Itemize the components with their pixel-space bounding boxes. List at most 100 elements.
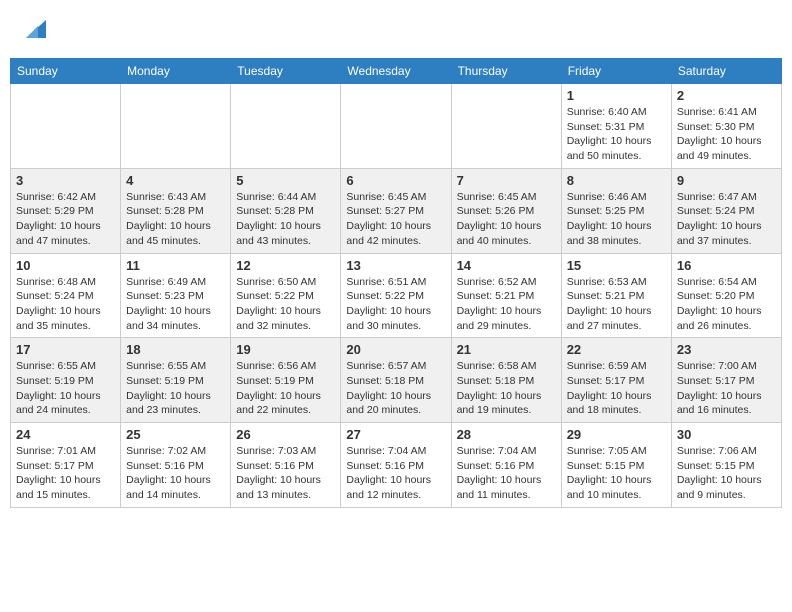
day-number: 27 bbox=[346, 427, 445, 442]
calendar-cell: 28 Sunrise: 7:04 AMSunset: 5:16 PMDayligh… bbox=[451, 423, 561, 508]
calendar-cell: 17Sunrise: 6:55 AMSunset: 5:19 PMDayligh… bbox=[11, 338, 121, 423]
calendar-table: SundayMondayTuesdayWednesdayThursdayFrid… bbox=[10, 58, 782, 508]
day-number: 5 bbox=[236, 173, 335, 188]
day-info: Sunrise: 6:47 AMSunset: 5:24 PMDaylight:… bbox=[677, 190, 776, 249]
day-number: 6 bbox=[346, 173, 445, 188]
day-info: Sunrise: 6:55 AMSunset: 5:19 PMDaylight:… bbox=[126, 359, 225, 418]
day-number: 25 bbox=[126, 427, 225, 442]
calendar-cell: 25 Sunrise: 7:02 AMSunset: 5:16 PMDayligh… bbox=[121, 423, 231, 508]
calendar-cell: 21 Sunrise: 6:58 AMSunset: 5:18 PMDayligh… bbox=[451, 338, 561, 423]
calendar-cell: 10 Sunrise: 6:48 AMSunset: 5:24 PMDayligh… bbox=[11, 253, 121, 338]
calendar-body: 1 Sunrise: 6:40 AMSunset: 5:31 PMDaylight… bbox=[11, 84, 782, 508]
logo-icon bbox=[18, 16, 46, 44]
day-number: 3 bbox=[16, 173, 115, 188]
calendar-week-row: 24 Sunrise: 7:01 AMSunset: 5:17 PMDayligh… bbox=[11, 423, 782, 508]
day-number: 4 bbox=[126, 173, 225, 188]
day-info: Sunrise: 6:59 AMSunset: 5:17 PMDaylight:… bbox=[567, 359, 666, 418]
weekday-header-row: SundayMondayTuesdayWednesdayThursdayFrid… bbox=[11, 59, 782, 84]
calendar-cell: 26 Sunrise: 7:03 AMSunset: 5:16 PMDayligh… bbox=[231, 423, 341, 508]
day-number: 10 bbox=[16, 258, 115, 273]
day-number: 19 bbox=[236, 342, 335, 357]
day-info: Sunrise: 6:48 AMSunset: 5:24 PMDaylight:… bbox=[16, 275, 115, 334]
day-number: 24 bbox=[16, 427, 115, 442]
day-number: 21 bbox=[457, 342, 556, 357]
calendar-cell: 8 Sunrise: 6:46 AMSunset: 5:25 PMDaylight… bbox=[561, 168, 671, 253]
calendar-week-row: 10 Sunrise: 6:48 AMSunset: 5:24 PMDayligh… bbox=[11, 253, 782, 338]
weekday-header: Friday bbox=[561, 59, 671, 84]
day-number: 18 bbox=[126, 342, 225, 357]
calendar-cell: 20 Sunrise: 6:57 AMSunset: 5:18 PMDayligh… bbox=[341, 338, 451, 423]
calendar-cell: 19Sunrise: 6:56 AMSunset: 5:19 PMDayligh… bbox=[231, 338, 341, 423]
weekday-header: Sunday bbox=[11, 59, 121, 84]
calendar-cell: 5 Sunrise: 6:44 AMSunset: 5:28 PMDaylight… bbox=[231, 168, 341, 253]
day-info: Sunrise: 6:45 AMSunset: 5:27 PMDaylight:… bbox=[346, 190, 445, 249]
calendar-week-row: 1 Sunrise: 6:40 AMSunset: 5:31 PMDaylight… bbox=[11, 84, 782, 169]
day-number: 20 bbox=[346, 342, 445, 357]
day-number: 13 bbox=[346, 258, 445, 273]
day-info: Sunrise: 6:55 AMSunset: 5:19 PMDaylight:… bbox=[16, 359, 115, 418]
calendar-cell: 16Sunrise: 6:54 AMSunset: 5:20 PMDayligh… bbox=[671, 253, 781, 338]
calendar-cell: 11Sunrise: 6:49 AMSunset: 5:23 PMDayligh… bbox=[121, 253, 231, 338]
day-number: 22 bbox=[567, 342, 666, 357]
weekday-header: Thursday bbox=[451, 59, 561, 84]
calendar-cell: 6 Sunrise: 6:45 AMSunset: 5:27 PMDaylight… bbox=[341, 168, 451, 253]
day-info: Sunrise: 6:53 AMSunset: 5:21 PMDaylight:… bbox=[567, 275, 666, 334]
calendar-week-row: 17Sunrise: 6:55 AMSunset: 5:19 PMDayligh… bbox=[11, 338, 782, 423]
calendar-cell: 2 Sunrise: 6:41 AMSunset: 5:30 PMDaylight… bbox=[671, 84, 781, 169]
day-info: Sunrise: 6:45 AMSunset: 5:26 PMDaylight:… bbox=[457, 190, 556, 249]
day-number: 1 bbox=[567, 88, 666, 103]
day-info: Sunrise: 7:00 AMSunset: 5:17 PMDaylight:… bbox=[677, 359, 776, 418]
calendar-cell: 3 Sunrise: 6:42 AMSunset: 5:29 PMDaylight… bbox=[11, 168, 121, 253]
calendar-cell: 14Sunrise: 6:52 AMSunset: 5:21 PMDayligh… bbox=[451, 253, 561, 338]
calendar-cell: 23Sunrise: 7:00 AMSunset: 5:17 PMDayligh… bbox=[671, 338, 781, 423]
day-info: Sunrise: 6:42 AMSunset: 5:29 PMDaylight:… bbox=[16, 190, 115, 249]
calendar-cell: 30Sunrise: 7:06 AMSunset: 5:15 PMDayligh… bbox=[671, 423, 781, 508]
calendar-cell: 12 Sunrise: 6:50 AMSunset: 5:22 PMDayligh… bbox=[231, 253, 341, 338]
day-info: Sunrise: 7:04 AMSunset: 5:16 PMDaylight:… bbox=[457, 444, 556, 503]
day-number: 29 bbox=[567, 427, 666, 442]
day-info: Sunrise: 7:01 AMSunset: 5:17 PMDaylight:… bbox=[16, 444, 115, 503]
weekday-header: Tuesday bbox=[231, 59, 341, 84]
day-info: Sunrise: 6:57 AMSunset: 5:18 PMDaylight:… bbox=[346, 359, 445, 418]
page-header bbox=[10, 10, 782, 50]
calendar-cell: 9 Sunrise: 6:47 AMSunset: 5:24 PMDaylight… bbox=[671, 168, 781, 253]
day-number: 7 bbox=[457, 173, 556, 188]
calendar-cell: 7 Sunrise: 6:45 AMSunset: 5:26 PMDaylight… bbox=[451, 168, 561, 253]
day-info: Sunrise: 6:43 AMSunset: 5:28 PMDaylight:… bbox=[126, 190, 225, 249]
day-info: Sunrise: 6:58 AMSunset: 5:18 PMDaylight:… bbox=[457, 359, 556, 418]
day-info: Sunrise: 7:03 AMSunset: 5:16 PMDaylight:… bbox=[236, 444, 335, 503]
day-info: Sunrise: 6:49 AMSunset: 5:23 PMDaylight:… bbox=[126, 275, 225, 334]
day-info: Sunrise: 6:44 AMSunset: 5:28 PMDaylight:… bbox=[236, 190, 335, 249]
day-info: Sunrise: 7:04 AMSunset: 5:16 PMDaylight:… bbox=[346, 444, 445, 503]
calendar-cell bbox=[341, 84, 451, 169]
calendar-cell: 24 Sunrise: 7:01 AMSunset: 5:17 PMDayligh… bbox=[11, 423, 121, 508]
day-number: 9 bbox=[677, 173, 776, 188]
day-number: 8 bbox=[567, 173, 666, 188]
calendar-cell bbox=[231, 84, 341, 169]
calendar-cell: 22 Sunrise: 6:59 AMSunset: 5:17 PMDayligh… bbox=[561, 338, 671, 423]
day-number: 14 bbox=[457, 258, 556, 273]
day-info: Sunrise: 6:46 AMSunset: 5:25 PMDaylight:… bbox=[567, 190, 666, 249]
day-number: 15 bbox=[567, 258, 666, 273]
day-info: Sunrise: 6:40 AMSunset: 5:31 PMDaylight:… bbox=[567, 105, 666, 164]
calendar-cell: 13Sunrise: 6:51 AMSunset: 5:22 PMDayligh… bbox=[341, 253, 451, 338]
day-number: 2 bbox=[677, 88, 776, 103]
day-number: 12 bbox=[236, 258, 335, 273]
calendar-header: SundayMondayTuesdayWednesdayThursdayFrid… bbox=[11, 59, 782, 84]
day-info: Sunrise: 6:41 AMSunset: 5:30 PMDaylight:… bbox=[677, 105, 776, 164]
day-info: Sunrise: 7:05 AMSunset: 5:15 PMDaylight:… bbox=[567, 444, 666, 503]
day-number: 26 bbox=[236, 427, 335, 442]
day-number: 30 bbox=[677, 427, 776, 442]
calendar-cell: 29 Sunrise: 7:05 AMSunset: 5:15 PMDayligh… bbox=[561, 423, 671, 508]
calendar-cell: 18 Sunrise: 6:55 AMSunset: 5:19 PMDayligh… bbox=[121, 338, 231, 423]
day-info: Sunrise: 6:50 AMSunset: 5:22 PMDaylight:… bbox=[236, 275, 335, 334]
calendar-cell: 27 Sunrise: 7:04 AMSunset: 5:16 PMDayligh… bbox=[341, 423, 451, 508]
day-info: Sunrise: 7:02 AMSunset: 5:16 PMDaylight:… bbox=[126, 444, 225, 503]
logo bbox=[14, 16, 46, 44]
day-number: 28 bbox=[457, 427, 556, 442]
calendar-cell bbox=[11, 84, 121, 169]
calendar-cell: 4 Sunrise: 6:43 AMSunset: 5:28 PMDaylight… bbox=[121, 168, 231, 253]
calendar-cell: 15 Sunrise: 6:53 AMSunset: 5:21 PMDayligh… bbox=[561, 253, 671, 338]
weekday-header: Wednesday bbox=[341, 59, 451, 84]
weekday-header: Saturday bbox=[671, 59, 781, 84]
